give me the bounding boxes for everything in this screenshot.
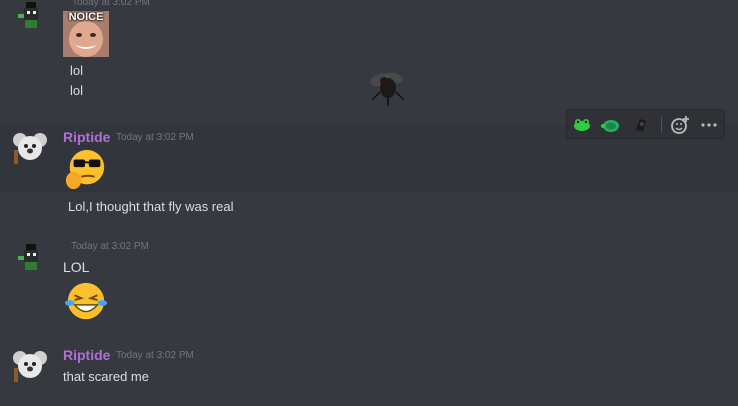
message-3: Today at 3:02 PM LOL bbox=[0, 232, 738, 332]
message-line: lol bbox=[70, 63, 84, 78]
more-options-icon[interactable] bbox=[698, 114, 720, 136]
meme-caption: NOICE bbox=[68, 11, 104, 23]
message-timestamp: Today at 3:02 PM bbox=[116, 132, 194, 143]
message-actions-toolbar bbox=[566, 109, 725, 139]
fly-image bbox=[370, 72, 405, 106]
user-avatar-koala[interactable] bbox=[12, 130, 48, 166]
message-2: Riptide Today at 3:02 PM Lol,I thought t… bbox=[0, 124, 738, 224]
user-avatar-green-character[interactable] bbox=[12, 0, 48, 36]
message-text: Lol,I thought that fly was real bbox=[68, 199, 234, 214]
sunglasses-thinking-emoji[interactable] bbox=[63, 148, 109, 192]
user-avatar-koala[interactable] bbox=[12, 348, 48, 384]
user-avatar-green-character[interactable] bbox=[12, 242, 48, 278]
message-text: LOL bbox=[63, 259, 90, 275]
toolbar-divider bbox=[661, 117, 662, 133]
message-timestamp: Today at 3:02 PM bbox=[72, 0, 150, 8]
message-text: that scared me bbox=[63, 369, 149, 384]
dark-reaction-icon[interactable] bbox=[630, 114, 652, 136]
message-timestamp: Today at 3:02 PM bbox=[71, 241, 149, 252]
laughing-crying-emoji[interactable] bbox=[63, 280, 109, 324]
noice-meme-image[interactable]: NOICE bbox=[63, 11, 109, 57]
add-reaction-icon[interactable] bbox=[669, 114, 691, 136]
message-line: lol bbox=[70, 83, 84, 98]
message-4: Riptide Today at 3:02 PM that scared me bbox=[0, 342, 738, 406]
message-author[interactable]: Riptide bbox=[63, 347, 110, 363]
green-frog-reaction-icon[interactable] bbox=[571, 114, 593, 136]
message-author[interactable]: Riptide bbox=[63, 129, 110, 145]
message-timestamp: Today at 3:02 PM bbox=[116, 350, 194, 361]
green-turtle-reaction-icon[interactable] bbox=[600, 114, 622, 136]
